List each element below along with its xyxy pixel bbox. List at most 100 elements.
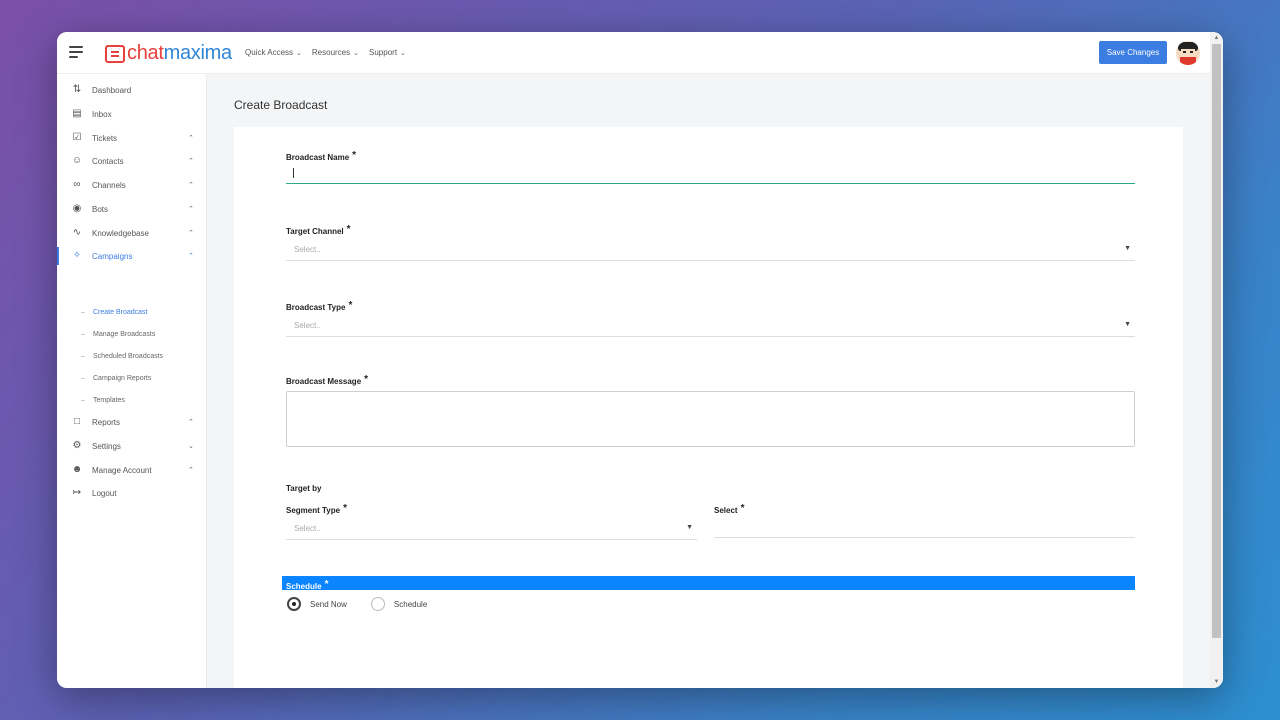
sidebar-item-label: Channels <box>92 180 126 190</box>
sidebar-subitem-create-broadcast[interactable]: – Create Broadcast <box>57 303 207 321</box>
sidebar-item-label: Contacts <box>92 156 124 166</box>
sidebar-item-label: Inbox <box>92 109 112 119</box>
broadcast-type-label: Broadcast Type * <box>286 300 352 312</box>
sidebar-item-tickets[interactable]: ☑ Tickets ⌃ <box>57 127 207 149</box>
bot-icon: ◉ <box>72 203 82 214</box>
sidebar-item-label: Dashboard <box>92 85 132 95</box>
select-placeholder: Select.. <box>294 245 321 254</box>
sidebar-subitem-templates[interactable]: – Templates <box>57 391 207 409</box>
sidebar-subitem-scheduled-broadcasts[interactable]: – Scheduled Broadcasts <box>57 347 207 365</box>
sliders-icon: ⇅ <box>72 84 82 95</box>
chevron-down-icon: ⌄ <box>296 49 302 57</box>
sidebar-subitem-label: Create Broadcast <box>93 308 148 316</box>
dash-icon: – <box>81 352 85 360</box>
inbox-icon: ▤ <box>72 108 82 119</box>
user-icon: ☻ <box>71 464 83 475</box>
chevron-down-icon: ▼ <box>1124 245 1131 252</box>
select-input[interactable] <box>714 537 1135 538</box>
broadcast-name-label: Broadcast Name * <box>286 150 356 162</box>
chevron-up-icon: ⌃ <box>188 206 194 213</box>
feed-icon: ∿ <box>72 227 82 238</box>
select-label: Select * <box>714 503 744 515</box>
sidebar: ⇅ Dashboard ▤ Inbox ☑ Tickets ⌃ ☺ Contac… <box>57 74 207 688</box>
send-now-radio[interactable] <box>287 597 301 611</box>
sidebar-item-contacts[interactable]: ☺ Contacts ⌃ <box>57 150 207 172</box>
broadcast-name-input[interactable] <box>286 162 1135 184</box>
top-bar: chatmaxima Quick Access ⌄ Resources ⌄ Supp… <box>57 32 1210 74</box>
sidebar-item-campaigns[interactable]: ✧ Campaigns ⌃ <box>57 245 207 267</box>
sidebar-item-dashboard[interactable]: ⇅ Dashboard <box>57 79 207 101</box>
sidebar-subitem-manage-broadcasts[interactable]: – Manage Broadcasts <box>57 325 207 343</box>
page-title: Create Broadcast <box>234 98 328 112</box>
sidebar-item-label: Settings <box>92 441 121 451</box>
checkbox-icon: ☑ <box>72 132 82 143</box>
sidebar-subitem-campaign-reports[interactable]: – Campaign Reports <box>57 369 207 387</box>
document-icon: □ <box>73 416 81 427</box>
hamburger-menu-icon[interactable] <box>69 46 83 58</box>
required-mark: * <box>324 579 329 590</box>
scroll-up-arrow-icon[interactable]: ▲ <box>1210 33 1223 43</box>
chevron-down-icon: ▼ <box>1124 321 1131 328</box>
sidebar-item-label: Knowledgebase <box>92 228 149 238</box>
dash-icon: – <box>81 308 85 316</box>
broadcast-message-textarea[interactable] <box>286 391 1135 447</box>
logout-icon: ↦ <box>72 487 82 498</box>
sidebar-item-manage-account[interactable]: ☻ Manage Account ⌃ <box>57 459 207 481</box>
schedule-radio-group: Send Now Schedule <box>287 597 427 611</box>
schedule-label: Schedule * <box>286 579 328 591</box>
scrollbar[interactable]: ▲ ▼ <box>1210 32 1223 688</box>
nav-resources-label: Resources <box>311 48 351 57</box>
segment-type-select[interactable]: Select.. ▼ <box>286 518 697 540</box>
required-mark: * <box>740 503 745 514</box>
nav-resources[interactable]: Resources ⌄ <box>312 48 359 57</box>
sidebar-item-logout[interactable]: ↦ Logout <box>57 482 207 504</box>
chevron-down-icon: ⌄ <box>188 443 194 450</box>
nav-support-label: Support <box>369 48 398 57</box>
broadcast-icon: ✧ <box>72 250 82 261</box>
logo-text-maxima: maxima <box>163 42 233 64</box>
sidebar-subitem-label: Campaign Reports <box>93 374 152 382</box>
chevron-down-icon: ⌄ <box>400 49 406 57</box>
send-now-label[interactable]: Send Now <box>310 600 347 609</box>
users-icon: ☺ <box>71 155 83 166</box>
avatar[interactable] <box>1176 41 1200 65</box>
sidebar-subitem-label: Scheduled Broadcasts <box>93 352 164 360</box>
sidebar-item-reports[interactable]: □ Reports ⌃ <box>57 411 207 433</box>
segment-type-label: Segment Type * <box>286 503 347 515</box>
sidebar-item-knowledgebase[interactable]: ∿ Knowledgebase ⌃ <box>57 222 207 244</box>
sidebar-item-label: Tickets <box>92 133 118 143</box>
scroll-thumb[interactable] <box>1212 44 1221 638</box>
sidebar-item-inbox[interactable]: ▤ Inbox <box>57 103 207 125</box>
schedule-radio[interactable] <box>370 597 385 611</box>
chevron-up-icon: ⌃ <box>188 419 194 426</box>
nav-support[interactable]: Support ⌄ <box>369 48 406 57</box>
target-channel-select[interactable]: Select.. ▼ <box>286 239 1135 261</box>
sidebar-item-label: Logout <box>92 488 117 498</box>
nav-quick-access[interactable]: Quick Access ⌄ <box>245 48 302 57</box>
save-changes-button[interactable]: Save Changes <box>1099 41 1167 64</box>
target-channel-label: Target Channel * <box>286 224 351 236</box>
sidebar-item-bots[interactable]: ◉ Bots ⌃ <box>57 198 207 220</box>
logo[interactable]: chatmaxima <box>105 42 232 65</box>
sidebar-item-label: Manage Account <box>92 465 152 475</box>
broadcast-message-label: Broadcast Message * <box>286 374 368 386</box>
select-placeholder: Select.. <box>294 524 321 533</box>
broadcast-type-select[interactable]: Select.. ▼ <box>286 315 1135 337</box>
target-by-label: Target by <box>286 484 322 493</box>
required-mark: * <box>348 300 353 311</box>
schedule-label-text: Schedule <box>286 582 322 591</box>
schedule-radio-label[interactable]: Schedule <box>394 600 427 609</box>
chevron-down-icon: ⌄ <box>353 49 360 57</box>
broadcast-message-label-text: Broadcast Message <box>286 377 362 386</box>
chevron-up-icon: ⌃ <box>188 135 194 142</box>
sidebar-subitem-label: Templates <box>93 396 125 404</box>
top-nav: Quick Access ⌄ Resources ⌄ Support ⌄ <box>245 48 406 57</box>
sidebar-item-channels[interactable]: ∞ Channels ⌃ <box>57 174 207 196</box>
gear-icon: ⚙ <box>72 440 82 451</box>
scroll-down-arrow-icon[interactable]: ▼ <box>1210 677 1223 687</box>
main-content: Create Broadcast Broadcast Name * Target … <box>207 74 1210 688</box>
select-label-text: Select <box>714 506 738 515</box>
sidebar-item-settings[interactable]: ⚙ Settings ⌄ <box>57 435 207 457</box>
dash-icon: – <box>81 396 85 404</box>
target-channel-label-text: Target Channel <box>286 227 344 236</box>
